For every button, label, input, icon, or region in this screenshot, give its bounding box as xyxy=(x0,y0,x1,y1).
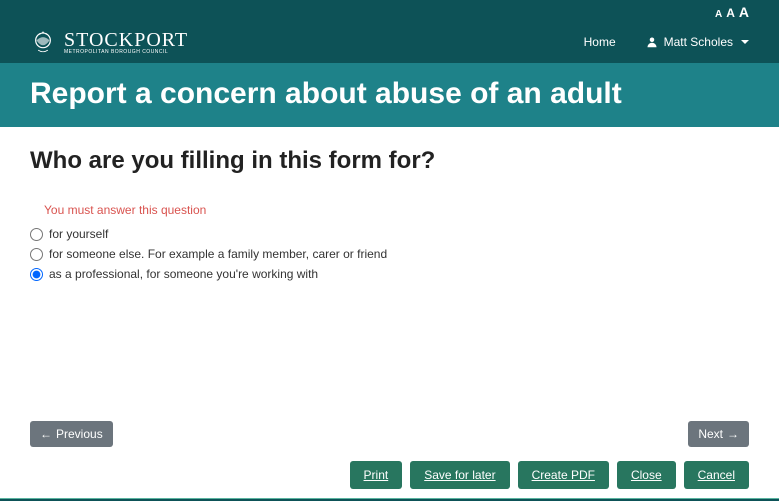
font-size-medium[interactable]: A xyxy=(726,6,735,20)
create-pdf-button[interactable]: Create PDF xyxy=(518,461,609,489)
previous-button[interactable]: Previous xyxy=(30,421,113,447)
next-button[interactable]: Next xyxy=(688,421,749,447)
top-navbar: A A A STOCKPORT METROPOLITAN BOROUGH COU… xyxy=(0,0,779,63)
page-title-bar: Report a concern about abuse of an adult xyxy=(0,63,779,127)
cancel-button[interactable]: Cancel xyxy=(684,461,749,489)
user-name: Matt Scholes xyxy=(664,35,733,49)
form-content: Who are you filling in this form for? Yo… xyxy=(0,127,779,281)
radio-professional[interactable] xyxy=(30,268,43,281)
user-icon xyxy=(646,36,658,48)
radio-label[interactable]: for yourself xyxy=(49,227,108,241)
radio-option: for yourself xyxy=(30,227,749,241)
radio-option: as a professional, for someone you're wo… xyxy=(30,267,749,281)
nav-home-link[interactable]: Home xyxy=(584,35,616,49)
save-button[interactable]: Save for later xyxy=(410,461,509,489)
user-menu[interactable]: Matt Scholes xyxy=(646,35,749,49)
print-button[interactable]: Print xyxy=(350,461,403,489)
action-row: Print Save for later Create PDF Close Ca… xyxy=(30,461,749,489)
site-logo[interactable]: STOCKPORT METROPOLITAN BOROUGH COUNCIL xyxy=(30,29,188,55)
font-size-small[interactable]: A xyxy=(715,9,722,20)
form-question: Who are you filling in this form for? xyxy=(30,147,749,175)
radio-group: for yourself for someone else. For examp… xyxy=(30,227,749,281)
crest-icon xyxy=(30,29,56,55)
radio-label[interactable]: as a professional, for someone you're wo… xyxy=(49,267,318,281)
radio-yourself[interactable] xyxy=(30,228,43,241)
radio-label[interactable]: for someone else. For example a family m… xyxy=(49,247,387,261)
page-title: Report a concern about abuse of an adult xyxy=(30,77,749,111)
validation-error: You must answer this question xyxy=(44,203,749,217)
radio-option: for someone else. For example a family m… xyxy=(30,247,749,261)
previous-label: Previous xyxy=(56,427,103,441)
radio-someone-else[interactable] xyxy=(30,248,43,261)
next-label: Next xyxy=(698,427,723,441)
close-button[interactable]: Close xyxy=(617,461,676,489)
font-size-controls: A A A xyxy=(715,4,749,20)
brand-name: STOCKPORT xyxy=(64,30,188,50)
font-size-large[interactable]: A xyxy=(739,4,749,20)
brand-subtitle: METROPOLITAN BOROUGH COUNCIL xyxy=(64,50,188,55)
footer-area: Previous Next Print Save for later Creat… xyxy=(0,421,779,501)
chevron-down-icon xyxy=(741,40,749,44)
